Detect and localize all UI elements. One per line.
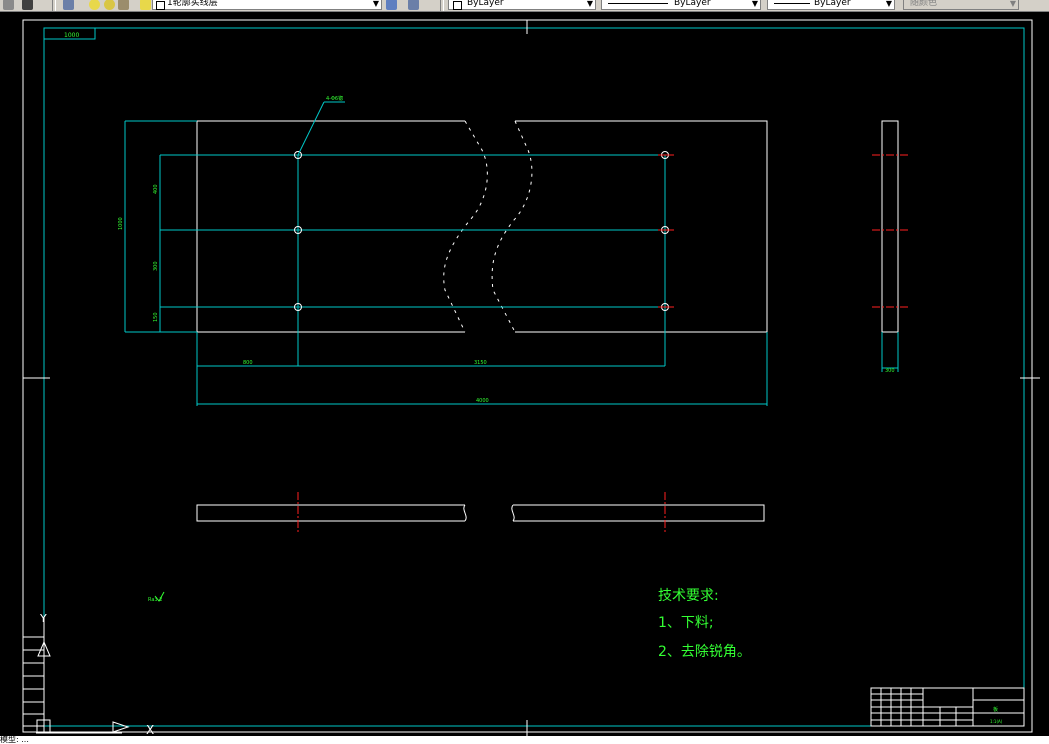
color-swatch-icon: [453, 1, 462, 10]
dim-side-width: 300: [885, 368, 895, 374]
chevron-down-icon: ▼: [1009, 0, 1016, 8]
layer-dropdown[interactable]: 1轮廓实线层 ▼: [152, 0, 382, 10]
toolbar-separator: [440, 0, 444, 11]
lineweight-label: ByLayer: [814, 0, 851, 8]
linetype-dropdown[interactable]: ByLayer ▼: [601, 0, 761, 10]
front-view: [196, 492, 765, 534]
title-tag-text: 1000: [64, 32, 79, 39]
ucs-x-arrow: [112, 721, 130, 733]
layer-swatch-icon: [156, 1, 165, 10]
lock-icon[interactable]: [118, 0, 129, 10]
dim-left-c: 150: [153, 312, 159, 322]
dim-left-a: 400: [153, 184, 159, 194]
front-outline-right: [513, 504, 765, 522]
tech-req-item-1: 1、下料;: [658, 615, 714, 631]
break-line-left: [443, 120, 488, 333]
plotstyle-label: 随颜色: [910, 0, 938, 8]
dim-bottom-b: 3150: [474, 360, 487, 366]
chevron-down-icon: ▼: [586, 0, 593, 8]
lineweight-dropdown[interactable]: ByLayer ▼: [767, 0, 895, 10]
plate-outline-right: [515, 120, 768, 333]
linetype-label: ByLayer: [674, 0, 711, 8]
layer-name: 1轮廓实线层: [167, 0, 218, 8]
layers-icon[interactable]: [63, 0, 74, 10]
side-view: 300: [872, 120, 910, 374]
linetype-sample: [608, 3, 668, 4]
title-block-name: 板: [993, 706, 998, 713]
drawing-canvas[interactable]: 1000 1000 400 300 150 800 3150 4000 4-Φ6…: [0, 12, 1049, 736]
layer-previous-icon[interactable]: [408, 0, 419, 10]
dim-bottom-total: 4000: [476, 398, 489, 404]
toolbar-separator: [52, 0, 56, 11]
sun-freeze-icon[interactable]: [104, 0, 115, 10]
front-outline-left: [196, 504, 465, 522]
dim-left-b: 300: [153, 261, 159, 271]
save-icon[interactable]: [22, 0, 33, 10]
side-view-outline: [881, 120, 899, 333]
title-block-sheet: 1:1(A): [990, 719, 1003, 724]
color-dropdown[interactable]: ByLayer ▼: [448, 0, 596, 10]
sheet-outer-frame: [22, 19, 1033, 733]
lightbulb-icon[interactable]: [89, 0, 100, 10]
chevron-down-icon: ▼: [751, 0, 758, 8]
layer-color-icon[interactable]: [140, 0, 151, 10]
plotstyle-dropdown[interactable]: 随颜色 ▼: [903, 0, 1019, 10]
tech-req-item-2: 2、去除锐角。: [658, 644, 751, 660]
break-line-right: [491, 120, 533, 333]
chevron-down-icon: ▼: [885, 0, 892, 8]
command-text: 模型: ...: [0, 736, 29, 744]
title-block: 板 1:1(A): [870, 687, 1025, 727]
sheet-inner-frame: [43, 27, 1025, 727]
front-break-right: [511, 504, 515, 522]
plan-view: 1000 400 300 150 800 3150 4000 4-Φ6锪: [118, 95, 768, 406]
dim-bottom-a: 800: [243, 360, 253, 366]
ucs-icon: Y X: [36, 612, 154, 736]
leader-line: [297, 101, 325, 156]
command-line[interactable]: 模型: ...: [0, 736, 1049, 744]
chevron-down-icon: ▼: [372, 0, 379, 8]
make-current-icon[interactable]: [386, 0, 397, 10]
ucs-y-label: Y: [39, 612, 47, 625]
layer-manager-icon[interactable]: [3, 0, 14, 10]
properties-toolbar: 1轮廓实线层 ▼ ByLayer ▼ ByLayer ▼ ByLayer ▼ 随…: [0, 0, 1049, 12]
ucs-x-label: X: [146, 723, 154, 736]
plate-outline-left: [196, 120, 465, 333]
dim-left-total: 1000: [118, 217, 124, 230]
lineweight-sample: [774, 3, 810, 4]
color-label: ByLayer: [467, 0, 504, 8]
front-break-left: [463, 504, 467, 522]
leader-note: 4-Φ6锪: [326, 95, 343, 102]
tech-req-heading: 技术要求:: [658, 588, 719, 604]
